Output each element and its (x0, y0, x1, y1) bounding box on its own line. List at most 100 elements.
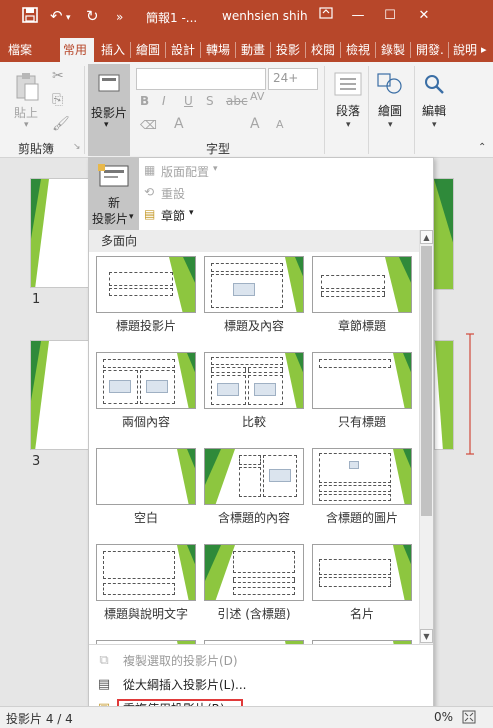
drawing-dropdown-icon[interactable]: ▾ (388, 120, 393, 130)
new-slide-icon (98, 164, 130, 191)
tab-view[interactable]: 檢視 (343, 38, 373, 62)
group-separator (414, 66, 415, 154)
clear-format-icon[interactable]: ⌫ (140, 118, 157, 132)
tab-insert[interactable]: 插入 (98, 38, 128, 62)
group-separator (368, 66, 369, 154)
shadow-button[interactable]: S (206, 94, 214, 108)
minimize-icon[interactable]: — (344, 4, 372, 28)
slide-thumbnail-3[interactable] (30, 340, 90, 450)
layout-name: 兩個內容 (121, 415, 170, 429)
paragraph-label[interactable]: 段落 (336, 102, 360, 119)
maximize-icon[interactable]: ☐ (376, 4, 404, 28)
drawing-label[interactable]: 繪圖 (378, 102, 402, 119)
layout-preview (204, 352, 304, 409)
window-title: 簡報1 -... (146, 11, 198, 25)
tab-developer[interactable]: 開發. (413, 38, 447, 62)
slides-from-outline-item[interactable]: ▤ 從大綱插入投影片(L)... (89, 674, 433, 696)
outline-icon: ▤ (97, 677, 111, 692)
layout-menu-button[interactable]: 版面配置 (161, 163, 209, 180)
tab-slideshow[interactable]: 投影 (273, 38, 303, 62)
section-dropdown-icon[interactable]: ▾ (189, 208, 194, 218)
grow-font-button[interactable]: A (250, 116, 260, 132)
editing-label[interactable]: 編輯 (422, 102, 446, 119)
new-slide-button-pressed[interactable]: 投影片 ▾ (88, 64, 130, 156)
editing-dropdown-icon[interactable]: ▾ (432, 120, 437, 130)
repeat-icon[interactable]: ↻ (86, 7, 99, 25)
underline-button[interactable]: U (184, 94, 193, 108)
layout-preview (312, 544, 412, 601)
tab-separator (448, 42, 449, 58)
collapse-ribbon-icon[interactable]: ⌃ (478, 142, 486, 153)
tab-separator (130, 42, 131, 58)
layout-preview (96, 544, 196, 601)
layout-preview (204, 448, 304, 505)
fit-to-window-icon[interactable] (462, 710, 476, 727)
group-separator (324, 66, 325, 154)
layout-icon: ▦ (144, 163, 156, 177)
tab-home[interactable]: 常用 (60, 38, 94, 62)
font-size-box[interactable]: 24+ (268, 68, 318, 90)
char-spacing-button[interactable]: AV (250, 90, 264, 103)
layout-name: 空白 (133, 511, 158, 525)
font-color-button[interactable]: A (174, 116, 184, 132)
user-name[interactable]: wenhsien shih (222, 9, 308, 23)
layout-name: 只有標題 (337, 415, 386, 429)
paste-label[interactable]: 貼上 (14, 104, 38, 121)
font-size-value: 24+ (273, 71, 299, 85)
font-name-box[interactable] (136, 68, 266, 90)
paste-icon[interactable] (14, 72, 40, 105)
gallery-scrollbar[interactable]: ▲ ▼ (419, 230, 433, 644)
copy-icon[interactable]: ⎘ (52, 92, 63, 108)
ribbon-display-options-icon[interactable] (312, 4, 340, 28)
clipboard-launcher-icon[interactable]: ↘ (73, 142, 81, 152)
scroll-thumb[interactable] (421, 246, 432, 516)
tab-record[interactable]: 錄製 (378, 38, 408, 62)
undo-dropdown-icon[interactable]: ▾ (66, 9, 71, 27)
layout-preview (96, 352, 196, 409)
tab-transitions[interactable]: 轉場 (203, 38, 233, 62)
ribbon-tabs: 檔案 常用 插入 繪圖 設計 轉場 動畫 投影 校閱 檢視 錄製 開發. 說明 … (0, 34, 493, 62)
undo-icon[interactable]: ↶ (50, 7, 63, 25)
tab-draw[interactable]: 繪圖 (133, 38, 163, 62)
clipboard-group-label: 剪貼簿 (18, 142, 55, 156)
tab-design[interactable]: 設計 (168, 38, 198, 62)
duplicate-slides-item[interactable]: ⧉ 複製選取的投影片(D) (89, 650, 433, 672)
new-slide-button[interactable]: 新 投影片 ▾ (89, 158, 139, 230)
layout-preview (312, 448, 412, 505)
paste-dropdown-icon[interactable]: ▾ (24, 120, 29, 130)
save-icon[interactable] (22, 7, 38, 27)
shrink-font-button[interactable]: A (276, 118, 284, 131)
close-icon[interactable]: ✕ (410, 4, 438, 28)
paragraph-dropdown-icon[interactable]: ▾ (346, 120, 351, 130)
strikethrough-button[interactable]: abc (226, 94, 248, 108)
drawing-shapes-icon[interactable] (376, 72, 404, 99)
duplicate-slides-label: 複製選取的投影片(D) (123, 654, 238, 668)
paragraph-icon[interactable] (334, 72, 362, 99)
dropdown-header: 新 投影片 ▾ ▦ 版面配置 ▾ ⟲ 重設 ▤ 章節 ▾ (89, 158, 433, 230)
qat-overflow-icon[interactable]: » (116, 8, 123, 26)
new-slide-label-2: 投影片 (92, 212, 129, 226)
layout-dropdown-icon[interactable]: ▾ (213, 164, 218, 174)
scroll-up-icon[interactable]: ▲ (420, 230, 433, 244)
tabs-overflow-icon[interactable]: ▸ (478, 38, 490, 62)
find-icon[interactable] (422, 72, 446, 99)
layout-name: 含標題的圖片 (325, 511, 398, 525)
zoom-level[interactable]: 0% (434, 710, 453, 724)
slide-counter: 投影片 4 / 4 (6, 712, 73, 726)
tab-separator (235, 42, 236, 58)
layout-preview (312, 352, 412, 409)
section-button[interactable]: 章節 (161, 207, 185, 224)
slides-label: 投影片 (91, 106, 128, 120)
tab-animations[interactable]: 動畫 (238, 38, 268, 62)
tab-help[interactable]: 說明 (450, 38, 480, 62)
reset-button[interactable]: 重設 (161, 185, 185, 202)
scroll-down-icon[interactable]: ▼ (420, 629, 433, 643)
new-slide-dropdown-icon: ▾ (129, 212, 134, 222)
tab-file[interactable]: 檔案 (5, 38, 35, 62)
bold-button[interactable]: B (140, 94, 149, 108)
cut-icon[interactable]: ✂ (52, 68, 64, 84)
tab-review[interactable]: 校閱 (308, 38, 338, 62)
italic-button[interactable]: I (162, 94, 166, 108)
format-painter-icon[interactable]: 🖌 (52, 116, 70, 132)
slide-thumbnail-1[interactable] (30, 178, 90, 288)
